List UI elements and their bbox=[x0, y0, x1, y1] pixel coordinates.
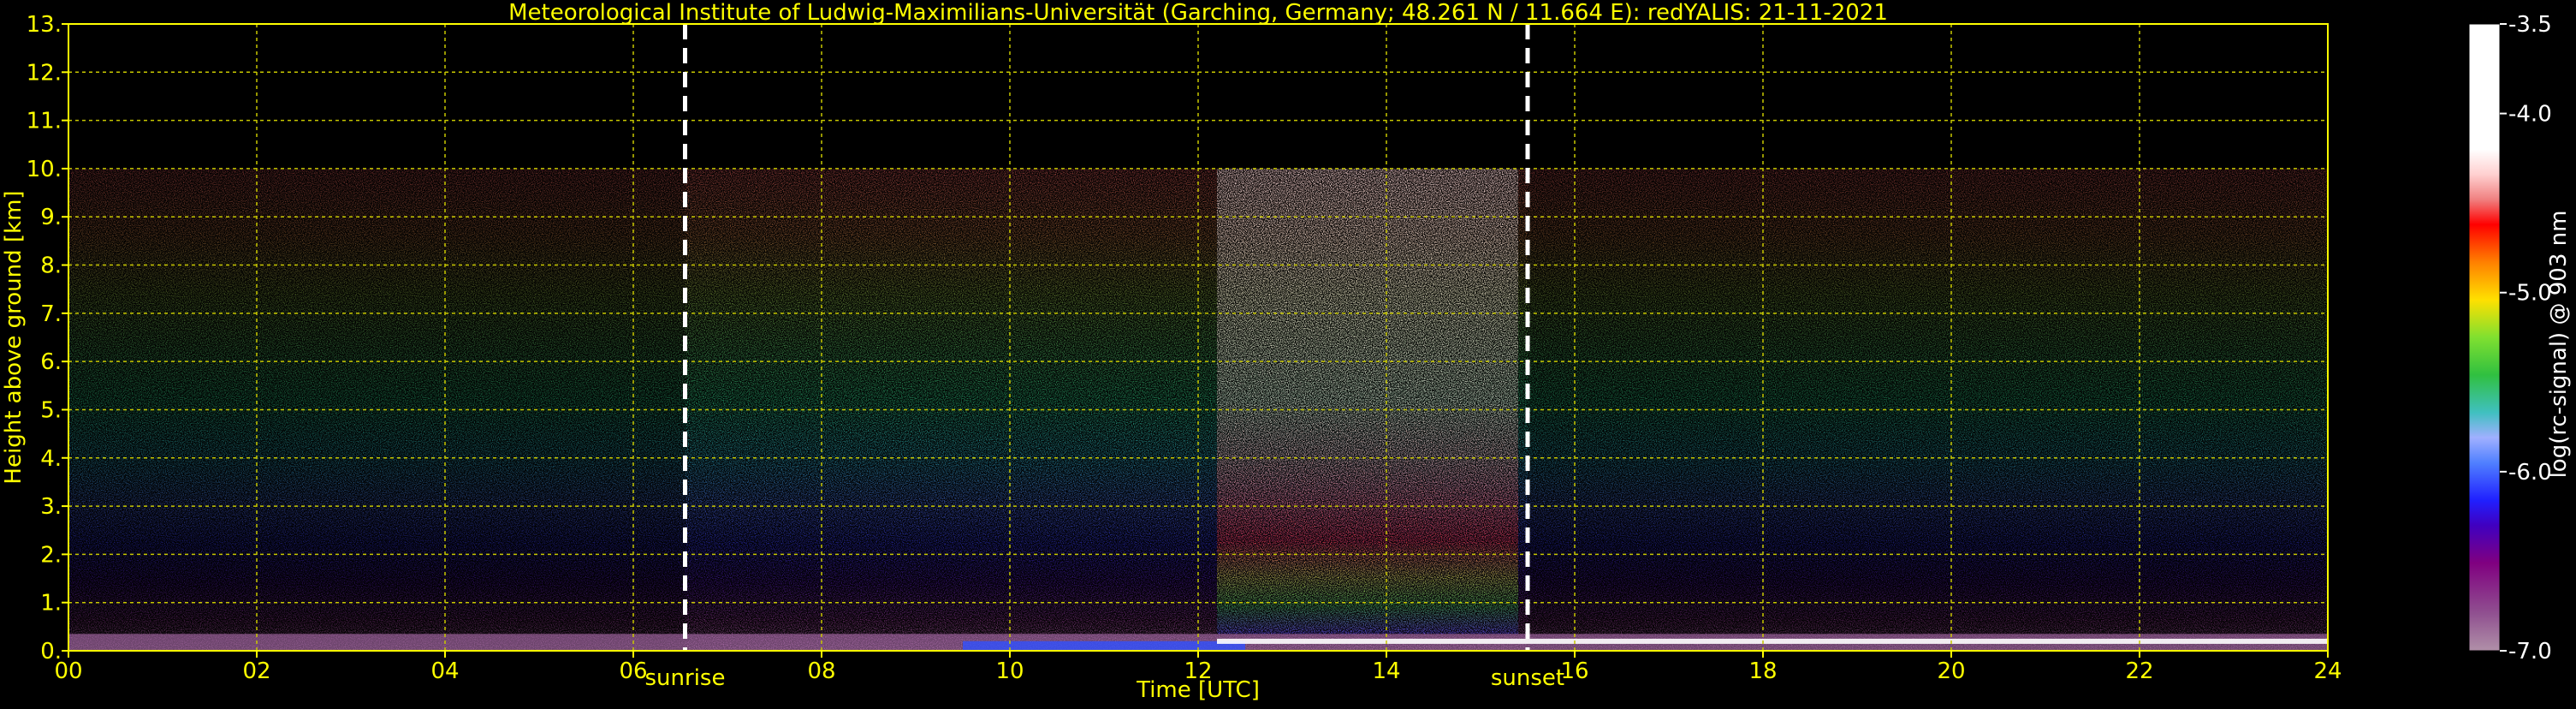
y-tick-label: 7. bbox=[40, 301, 62, 327]
x-axis-label: Time [UTC] bbox=[1136, 677, 1260, 703]
y-tick-label: 2. bbox=[40, 542, 62, 568]
aerosol-layer bbox=[963, 640, 1245, 651]
x-tick-label: 04 bbox=[430, 658, 459, 684]
event-label-sunrise: sunrise bbox=[645, 665, 726, 691]
y-tick-label: 11. bbox=[27, 109, 62, 134]
event-label-sunset: sunset bbox=[1491, 665, 1564, 691]
cloud-signal bbox=[1217, 168, 1518, 635]
y-tick-label: 4. bbox=[40, 446, 62, 472]
y-tick-label: 5. bbox=[40, 397, 62, 423]
chart-title: Meteorological Institute of Ludwig-Maxim… bbox=[508, 0, 1888, 26]
x-tick-label: 14 bbox=[1372, 658, 1400, 684]
y-tick-label: 9. bbox=[40, 205, 62, 230]
y-tick-label: 13. bbox=[27, 12, 62, 38]
y-tick-label: 12. bbox=[27, 60, 62, 86]
x-tick-label: 16 bbox=[1560, 658, 1588, 684]
x-tick-label: 10 bbox=[995, 658, 1024, 684]
y-tick-label: 0. bbox=[40, 639, 62, 664]
colorbar-tick-label: -7.0 bbox=[2508, 639, 2552, 664]
colorbar: -3.5-4.0-5.0-6.0-7.0 bbox=[2468, 12, 2552, 664]
colorbar-tick-label: -4.0 bbox=[2508, 102, 2552, 128]
y-tick-label: 8. bbox=[40, 253, 62, 279]
x-tick-label: 20 bbox=[1937, 658, 1965, 684]
y-tick-label: 6. bbox=[40, 349, 62, 375]
y-tick-label: 1. bbox=[40, 591, 62, 617]
x-tick-label: 02 bbox=[242, 658, 270, 684]
colorbar-gradient bbox=[2468, 23, 2501, 652]
x-tick-label: 22 bbox=[2125, 658, 2153, 684]
y-tick-label: 3. bbox=[40, 494, 62, 520]
colorbar-tick-label: -3.5 bbox=[2508, 12, 2552, 38]
backscatter-chart: sunrise sunset 00 02 04 06 08 10 12 14 16 18 20 22 24… bbox=[1, 0, 2572, 703]
near-ground-echo bbox=[1217, 638, 2328, 644]
colorbar-label: log(rc-signal) @ 903 nm bbox=[2546, 211, 2572, 479]
x-tick-label: 24 bbox=[2313, 658, 2342, 684]
x-tick-label: 06 bbox=[619, 658, 647, 684]
x-tick-label: 18 bbox=[1748, 658, 1777, 684]
y-tick-label: 10. bbox=[27, 157, 62, 182]
lidar-quicklook: sunrise sunset 00 02 04 06 08 10 12 14 16 18 20 22 24… bbox=[0, 0, 2576, 706]
y-axis-label: Height above ground [km] bbox=[1, 190, 27, 484]
x-tick-label: 08 bbox=[807, 658, 835, 684]
